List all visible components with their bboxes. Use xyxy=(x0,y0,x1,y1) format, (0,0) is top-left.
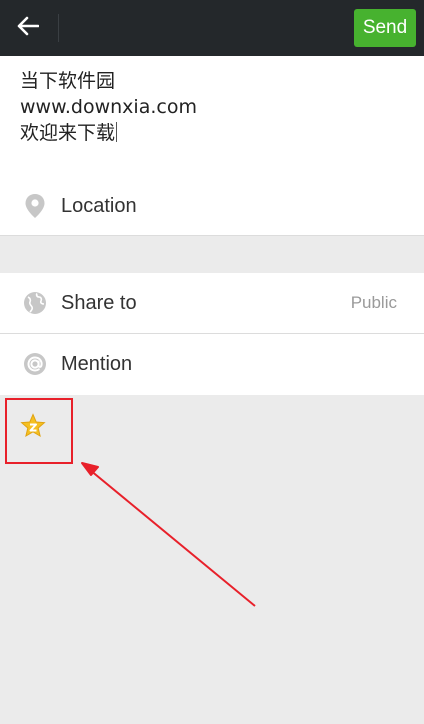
annotation-arrow xyxy=(81,462,256,607)
